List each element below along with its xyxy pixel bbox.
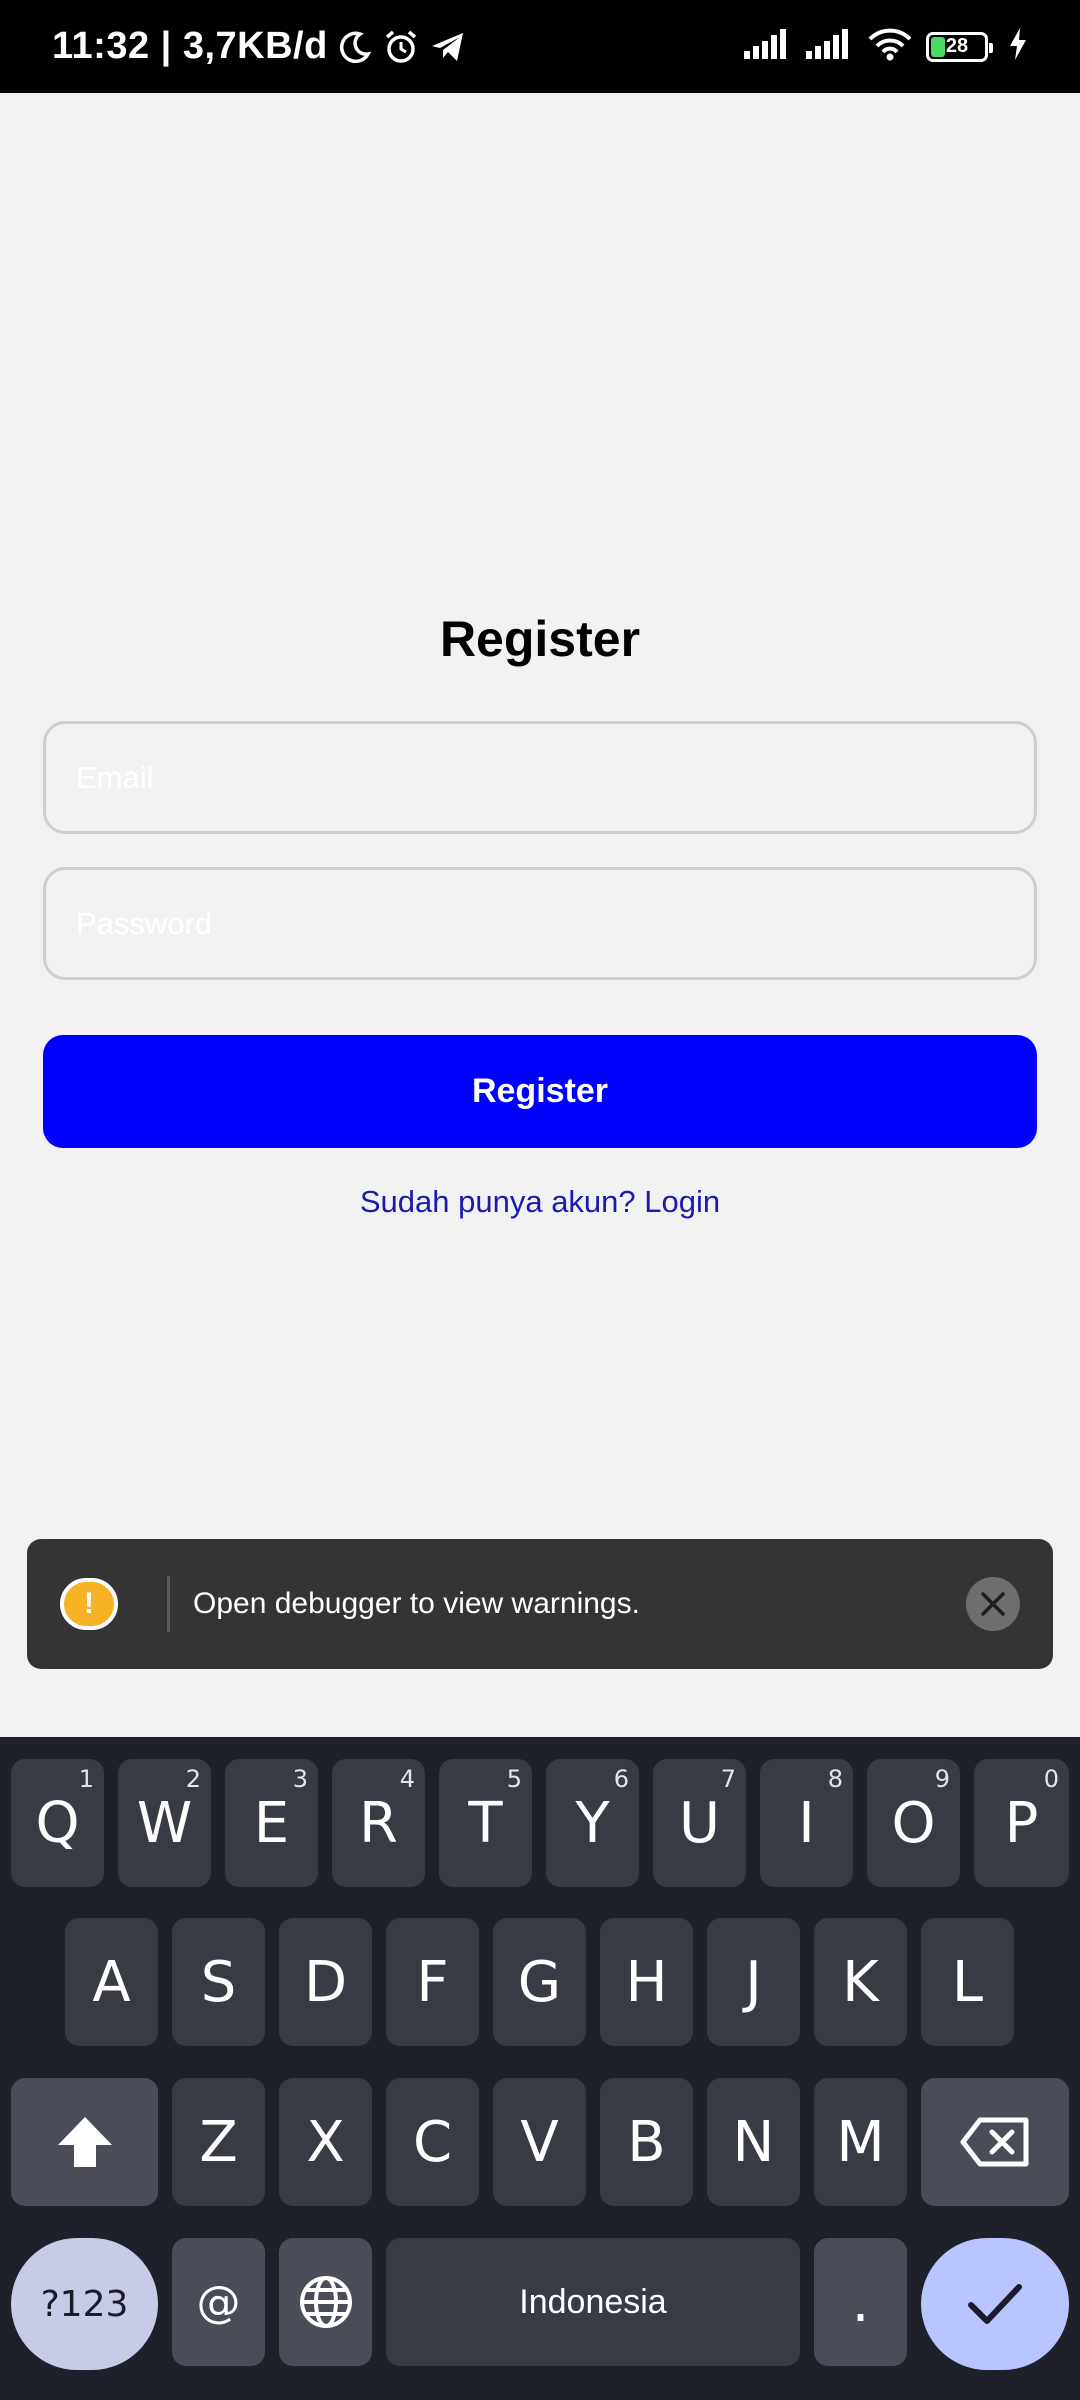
- key-hint: 7: [720, 1765, 736, 1793]
- battery-fill: [931, 36, 945, 57]
- debugger-toast[interactable]: ! Open debugger to view warnings.: [27, 1539, 1053, 1669]
- moon-icon: [338, 30, 372, 64]
- key-a[interactable]: A: [65, 1918, 158, 2046]
- key-hint: 3: [292, 1765, 308, 1793]
- close-icon[interactable]: [966, 1577, 1020, 1631]
- key-label: E: [253, 1790, 290, 1856]
- language-key[interactable]: [279, 2238, 372, 2366]
- password-field[interactable]: [43, 867, 1037, 980]
- keyboard: Q1 W2 E3 R4 T5 Y6 U7 I8 O9 P0 A S D F G …: [0, 1737, 1080, 2400]
- key-hint: 8: [827, 1765, 843, 1793]
- symbols-key[interactable]: ?123: [11, 2238, 158, 2370]
- key-w[interactable]: W2: [118, 1759, 211, 1887]
- enter-key[interactable]: [921, 2238, 1069, 2370]
- status-left: 11:32 | 3,7KB/d: [52, 0, 466, 93]
- key-hint: 2: [185, 1765, 201, 1793]
- key-q[interactable]: Q1: [11, 1759, 104, 1887]
- status-time-speed: 11:32 | 3,7KB/d: [52, 25, 328, 67]
- key-u[interactable]: U7: [653, 1759, 746, 1887]
- key-x[interactable]: X: [279, 2078, 372, 2206]
- key-y[interactable]: Y6: [546, 1759, 639, 1887]
- login-link[interactable]: Sudah punya akun? Login: [0, 1184, 1080, 1220]
- key-label: I: [798, 1790, 815, 1856]
- key-i[interactable]: I8: [760, 1759, 853, 1887]
- key-l[interactable]: L: [921, 1918, 1014, 2046]
- key-label: R: [359, 1790, 398, 1856]
- key-b[interactable]: B: [600, 2078, 693, 2206]
- page-title: Register: [439, 611, 641, 667]
- key-label: T: [468, 1790, 503, 1856]
- key-label: Q: [35, 1790, 80, 1856]
- battery-level: 28: [945, 35, 969, 57]
- key-g[interactable]: G: [493, 1918, 586, 2046]
- period-key[interactable]: .: [814, 2238, 907, 2366]
- key-c[interactable]: C: [386, 2078, 479, 2206]
- toast-divider: [167, 1576, 170, 1632]
- key-hint: 9: [934, 1765, 950, 1793]
- signal-icon: [744, 29, 792, 64]
- key-label: U: [679, 1790, 720, 1856]
- register-button[interactable]: Register: [43, 1035, 1037, 1148]
- key-label: P: [1004, 1790, 1039, 1856]
- key-t[interactable]: T5: [439, 1759, 532, 1887]
- checkmark-icon: [968, 2284, 1022, 2324]
- key-e[interactable]: E3: [225, 1759, 318, 1887]
- key-hint: 5: [506, 1765, 522, 1793]
- key-hint: 4: [399, 1765, 415, 1793]
- key-h[interactable]: H: [600, 1918, 693, 2046]
- key-v[interactable]: V: [493, 2078, 586, 2206]
- backspace-icon: [960, 2117, 1029, 2167]
- key-z[interactable]: Z: [172, 2078, 265, 2206]
- key-hint: 0: [1043, 1765, 1059, 1793]
- key-hint: 1: [78, 1765, 94, 1793]
- key-s[interactable]: S: [172, 1918, 265, 2046]
- key-label: Y: [575, 1790, 610, 1856]
- space-key[interactable]: Indonesia: [386, 2238, 800, 2366]
- key-hint: 6: [613, 1765, 629, 1793]
- key-r[interactable]: R4: [332, 1759, 425, 1887]
- warning-icon: !: [60, 1578, 118, 1630]
- key-n[interactable]: N: [707, 2078, 800, 2206]
- key-label: O: [891, 1790, 936, 1856]
- shift-icon: [57, 2117, 112, 2167]
- key-k[interactable]: K: [814, 1918, 907, 2046]
- key-label: W: [136, 1790, 193, 1856]
- alarm-icon: [382, 28, 420, 66]
- key-f[interactable]: F: [386, 1918, 479, 2046]
- wifi-icon: [868, 27, 912, 66]
- telegram-icon: [430, 30, 466, 64]
- email-field[interactable]: [43, 721, 1037, 834]
- key-p[interactable]: P0: [974, 1759, 1069, 1887]
- status-bar: 11:32 | 3,7KB/d 28: [0, 0, 1080, 93]
- status-right: 28: [744, 0, 1028, 93]
- battery-icon: 28: [926, 31, 993, 62]
- key-o[interactable]: O9: [867, 1759, 960, 1887]
- key-j[interactable]: J: [707, 1918, 800, 2046]
- shift-key[interactable]: [11, 2078, 158, 2206]
- globe-icon: [299, 2276, 352, 2328]
- backspace-key[interactable]: [921, 2078, 1069, 2206]
- charging-icon: [1008, 28, 1028, 65]
- at-key[interactable]: @: [172, 2238, 265, 2366]
- key-m[interactable]: M: [814, 2078, 907, 2206]
- toast-message: Open debugger to view warnings.: [193, 1587, 640, 1620]
- key-d[interactable]: D: [279, 1918, 372, 2046]
- signal-icon: [806, 29, 854, 64]
